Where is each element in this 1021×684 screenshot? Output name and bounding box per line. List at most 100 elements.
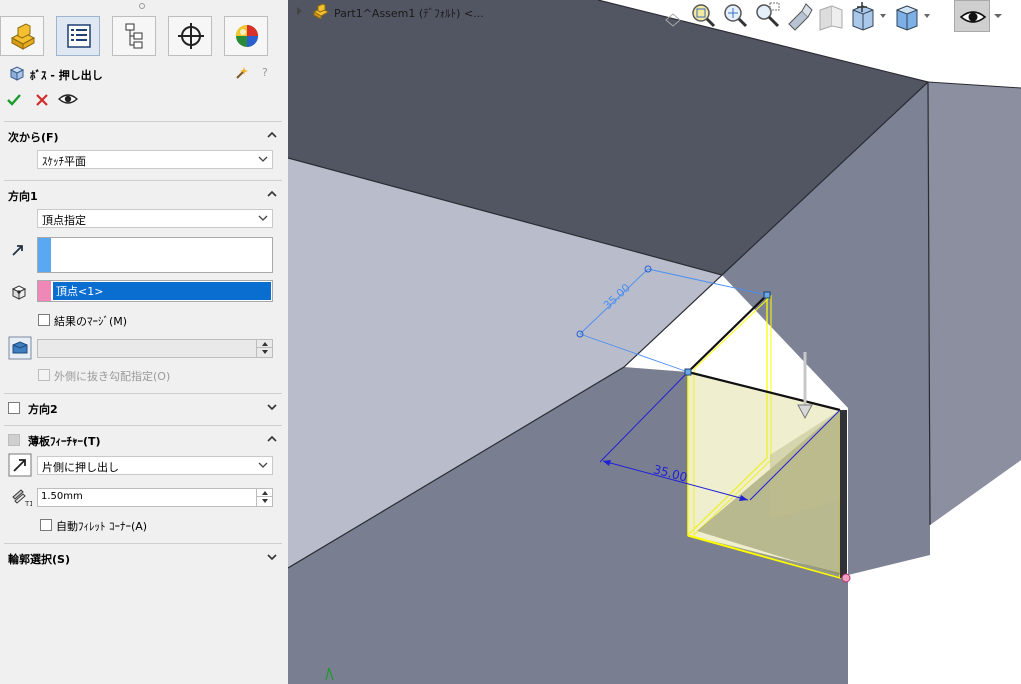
spinner-buttons[interactable] [256,340,272,357]
heads-up-view-toolbar [658,0,1021,34]
previous-view-icon[interactable] [658,0,688,32]
thickness-value: 1.50mm [41,491,83,502]
tab-dimxpert-manager[interactable] [168,16,212,56]
direction-selection-box[interactable] [37,237,273,273]
view-orientation-icon[interactable] [848,0,878,32]
dropdown-arrow-icon[interactable] [922,0,932,32]
chevron-up-icon[interactable] [266,129,278,141]
auto-fillet-label: 自動ﾌｨﾚｯﾄ ｺｰﾅｰ(A) [56,520,148,533]
separator [4,543,282,544]
chevron-up-icon[interactable] [266,433,278,445]
direction2-title: 方向2 [28,403,58,416]
thin-feature-checkbox[interactable] [8,434,20,446]
tab-property-manager[interactable] [56,16,100,56]
thickness-spinner[interactable]: 1.50mm [37,488,273,507]
vertex-selection-box[interactable]: 頂点<1> [37,280,273,302]
thin-feature-section-header[interactable]: 薄板ﾌｨｰﾁｬｰ(T) [0,429,288,453]
detailed-preview-icon[interactable] [235,66,249,80]
from-section-header[interactable]: 次から(F) [0,125,288,149]
thickness-icon: T1 [12,489,32,507]
from-combo[interactable]: ｽｹｯﾁ平面 [37,150,273,169]
direction2-checkbox[interactable] [8,402,20,414]
selected-vertex[interactable] [841,573,851,583]
config-tree-icon [125,23,143,49]
display-style-icon[interactable] [892,0,922,32]
end-face[interactable] [928,82,1021,525]
help-icon[interactable]: ? [262,66,268,79]
dropdown-arrow-icon[interactable] [878,0,888,32]
crosshair-icon [178,23,204,49]
direction1-title: 方向1 [8,190,38,203]
vertex-icon [11,285,27,300]
breadcrumb-label[interactable]: Part1^Assem1 (ﾃﾞﾌｫﾙﾄ) <... [334,5,484,21]
thin-feature-title: 薄板ﾌｨｰﾁｬｰ(T) [28,435,101,448]
direction2-section-header[interactable]: 方向2 [0,397,288,421]
spin-down-icon[interactable] [261,349,269,355]
spinner-buttons[interactable] [256,489,272,506]
vertex-point[interactable] [763,291,771,299]
contour-title: 輪郭選択(S) [8,553,70,566]
eye-icon[interactable] [58,91,78,107]
end-condition-value: 頂点指定 [42,214,86,227]
property-manager-panel: ﾎﾞｽ - 押し出し ? 次から(F) ｽｹｯﾁ平面 方向1 頂点指定 頂点<1… [0,0,288,684]
chevron-down-icon [258,215,268,221]
tab-display-manager[interactable] [224,16,268,56]
spin-down-icon[interactable] [261,498,269,504]
separator [4,393,282,394]
draft-outward-label: 外側に抜き勾配指定(O) [54,370,171,383]
model-scene[interactable]: 35.00 35.00 [288,0,1021,684]
vertex-selection-item[interactable]: 頂点<1> [53,282,271,300]
manager-tabs [0,16,288,56]
part-icon [312,3,330,19]
thin-type-value: 片側に押し出し [42,461,119,474]
feature-title: ﾎﾞｽ - 押し出し [30,69,103,82]
tab-feature-manager[interactable] [0,16,44,56]
dropdown-arrow-icon[interactable] [992,0,1004,32]
auto-fillet-checkbox[interactable] [40,519,52,531]
check-icon[interactable] [6,92,22,108]
wall-thickness-edge [840,410,847,578]
from-section-title: 次から(F) [8,131,59,144]
property-list-icon [67,24,91,48]
separator [4,121,282,122]
svg-text:T1: T1 [24,500,32,507]
boss-extrude-icon [9,66,25,81]
selection-color-swatch [38,238,51,272]
from-combo-value: ｽｹｯﾁ平面 [42,155,86,168]
separator [4,425,282,426]
contour-section-header[interactable]: 輪郭選択(S) [0,547,288,571]
part-icon [10,23,36,50]
direction-arrow-icon [12,245,23,256]
draft-angle-spinner[interactable] [37,339,273,358]
panel-grip[interactable] [139,3,145,9]
end-condition-combo[interactable]: 頂点指定 [37,209,273,228]
close-icon[interactable] [34,92,50,108]
direction1-section-header[interactable]: 方向1 [0,184,288,208]
merge-result-label: 結果のﾏｰｼﾞ(M) [54,315,128,328]
zoom-to-fit-icon[interactable] [688,0,718,32]
graphics-area[interactable]: 35.00 35.00 Part1^Assem1 (ﾃﾞﾌｫﾙﾄ) <... [288,0,1021,684]
chevron-down-icon[interactable] [266,551,278,563]
spin-up-icon[interactable] [261,490,269,496]
rotate-icon[interactable] [784,0,814,32]
chevron-down-icon [258,156,268,162]
thin-type-combo[interactable]: 片側に押し出し [37,456,273,475]
section-view-icon[interactable] [816,0,846,32]
chevron-up-icon[interactable] [266,188,278,200]
vertex-point[interactable] [684,368,692,376]
zoom-in-out-icon[interactable] [752,0,782,32]
tab-configuration-manager[interactable] [112,16,156,56]
draft-icon[interactable] [8,336,32,360]
reverse-direction-icon[interactable] [8,453,32,477]
hide-show-button[interactable] [954,0,990,32]
merge-result-checkbox[interactable] [38,314,50,326]
zoom-to-area-icon[interactable] [720,0,750,32]
chevron-down-icon [258,462,268,468]
hide-show-icon [959,11,987,23]
chevron-down-icon[interactable] [266,401,278,413]
separator [4,180,282,181]
expand-arrow-icon[interactable] [296,6,304,16]
appearance-sphere-icon [236,25,258,47]
selection-color-swatch [38,281,51,301]
spin-up-icon[interactable] [261,341,269,347]
